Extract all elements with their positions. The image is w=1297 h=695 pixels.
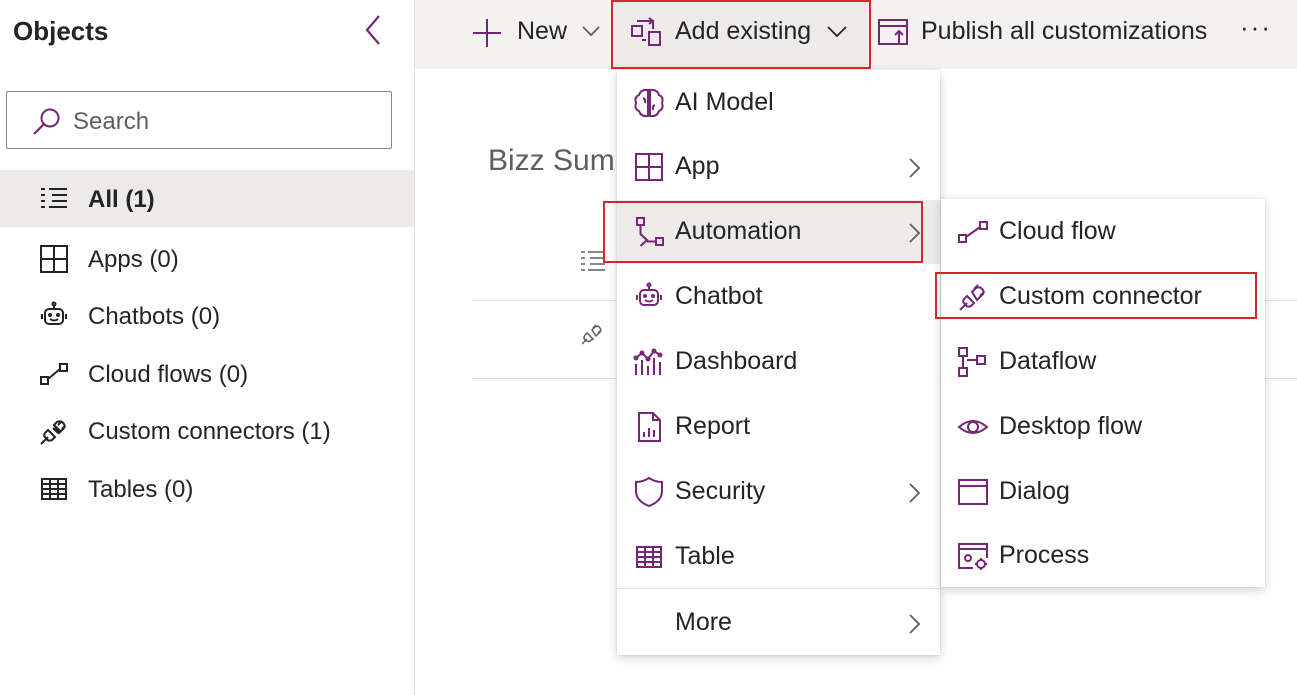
- menu-item-more[interactable]: More: [617, 591, 940, 655]
- more-icon: ···: [1240, 12, 1272, 42]
- cloud-flow-icon: [40, 363, 68, 385]
- menu-item-label: Desktop flow: [999, 412, 1143, 440]
- chevron-left-icon: [365, 15, 380, 45]
- automation-submenu: Cloud flow Custom connector Dataflow Des…: [941, 199, 1265, 587]
- publish-all-button[interactable]: Publish all customizations: [873, 0, 1213, 69]
- command-bar: New Add existing Publish all customizati…: [415, 0, 1297, 69]
- menu-item-label: AI Model: [675, 88, 774, 116]
- apps-icon: [40, 245, 68, 273]
- sidebar-item-label: Chatbots (0): [88, 303, 221, 330]
- menu-item-label: Cloud flow: [999, 217, 1116, 245]
- menu-item-label: Chatbot: [675, 282, 763, 310]
- list-icon: [581, 251, 605, 271]
- add-existing-label: Add existing: [675, 17, 812, 45]
- chevron-right-icon: [909, 158, 921, 178]
- menu-item-automation[interactable]: Automation: [617, 200, 940, 264]
- sidebar-item-label: Apps (0): [88, 246, 179, 273]
- menu-item-desktop-flow[interactable]: Desktop flow: [941, 395, 1265, 459]
- ai-model-icon: [634, 88, 664, 118]
- menu-item-table[interactable]: Table: [617, 525, 940, 589]
- sidebar-item-cloud-flows[interactable]: Cloud flows (0): [0, 345, 414, 402]
- menu-item-report[interactable]: Report: [617, 395, 940, 459]
- automation-icon: [636, 217, 664, 247]
- table-icon: [636, 546, 662, 568]
- menu-item-cloud-flow[interactable]: Cloud flow: [941, 200, 1265, 264]
- add-existing-button[interactable]: Add existing: [615, 0, 868, 69]
- menu-item-app[interactable]: App: [617, 135, 940, 199]
- process-icon: [958, 543, 988, 570]
- cloud-flow-icon: [958, 221, 988, 243]
- security-icon: [635, 476, 663, 508]
- menu-item-label: Dashboard: [675, 347, 798, 375]
- menu-item-security[interactable]: Security: [617, 460, 940, 524]
- menu-item-label: Security: [675, 477, 766, 505]
- sidebar-item-all[interactable]: All (1): [0, 170, 414, 227]
- menu-item-label: More: [675, 608, 732, 636]
- search-icon: [33, 108, 60, 135]
- menu-item-label: Process: [999, 541, 1090, 569]
- menu-item-chatbot[interactable]: Chatbot: [617, 265, 940, 329]
- menu-item-dataflow[interactable]: Dataflow: [941, 330, 1265, 394]
- menu-item-custom-connector[interactable]: Custom connector: [941, 265, 1265, 329]
- menu-item-label: Automation: [675, 217, 802, 245]
- sidebar-item-label: Tables (0): [88, 476, 194, 503]
- chevron-right-icon: [909, 614, 921, 634]
- menu-item-label: Table: [675, 542, 735, 570]
- dialog-icon: [958, 479, 988, 505]
- menu-item-dashboard[interactable]: Dashboard: [617, 330, 940, 394]
- app-icon: [635, 153, 663, 181]
- sidebar-item-chatbots[interactable]: Chatbots (0): [0, 287, 414, 344]
- chatbot-icon: [41, 301, 67, 325]
- sidebar-item-label: Cloud flows (0): [88, 361, 249, 388]
- chevron-right-icon: [909, 223, 921, 243]
- sidebar-item-custom-connectors[interactable]: Custom connectors (1): [0, 402, 414, 459]
- menu-item-label: Dialog: [999, 477, 1070, 505]
- chevron-down-icon: [827, 26, 847, 38]
- more-commands-button[interactable]: ···: [1230, 0, 1280, 69]
- sidebar-item-label: All (1): [88, 186, 155, 213]
- report-icon: [638, 412, 661, 442]
- add-existing-icon: [631, 17, 661, 46]
- sidebar-item-label: Custom connectors (1): [88, 418, 331, 445]
- new-button[interactable]: New: [470, 0, 605, 69]
- connector-icon: [959, 284, 985, 311]
- connector-icon: [581, 324, 602, 345]
- search-placeholder: Search: [73, 108, 150, 135]
- sidebar-item-apps[interactable]: Apps (0): [0, 230, 414, 287]
- new-label: New: [517, 17, 568, 45]
- collapse-panel-button[interactable]: [360, 12, 388, 48]
- search-input[interactable]: Search: [6, 91, 392, 149]
- publish-all-label: Publish all customizations: [921, 17, 1208, 45]
- list-icon: [41, 188, 67, 208]
- menu-item-process[interactable]: Process: [941, 524, 1265, 588]
- connector-icon: [40, 420, 66, 445]
- menu-separator: [617, 588, 940, 589]
- menu-item-label: Custom connector: [999, 282, 1202, 310]
- menu-item-label: App: [675, 152, 720, 180]
- sidebar-item-tables[interactable]: Tables (0): [0, 460, 414, 517]
- menu-item-label: Dataflow: [999, 347, 1097, 375]
- table-icon: [41, 478, 67, 500]
- dataflow-icon: [958, 347, 986, 377]
- menu-item-dialog[interactable]: Dialog: [941, 460, 1265, 524]
- menu-item-label: Report: [675, 412, 751, 440]
- panel-title: Objects: [13, 16, 109, 46]
- objects-panel: Objects Search All (1) Apps (0) Chatbots…: [0, 0, 415, 695]
- menu-item-ai-model[interactable]: AI Model: [617, 71, 940, 135]
- dashboard-icon: [633, 348, 663, 375]
- chatbot-icon: [636, 282, 662, 306]
- publish-icon: [878, 19, 908, 45]
- chevron-right-icon: [909, 483, 921, 503]
- add-existing-menu: AI Model App Automation Chatbot Dashboar…: [617, 70, 940, 655]
- chevron-down-icon: [582, 26, 600, 37]
- desktop-flow-icon: [957, 420, 989, 434]
- plus-icon: [473, 19, 501, 47]
- solution-title: Bizz Sum: [488, 144, 615, 177]
